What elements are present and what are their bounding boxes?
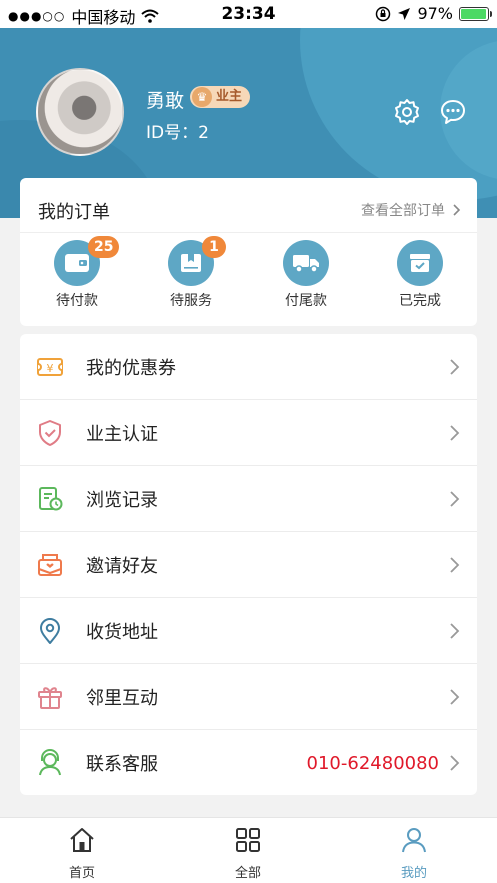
order-status-label: 待服务 <box>170 293 212 309</box>
menu-item-label: 我的优惠券 <box>86 357 176 379</box>
profile-icon <box>402 828 426 853</box>
bottom-tab-bar: 首页 全部 我的 <box>0 817 497 883</box>
battery-icon <box>459 6 492 21</box>
menu-item-label: 收货地址 <box>86 621 158 643</box>
service-phone-number[interactable]: 010-62480080 <box>307 753 439 774</box>
menu-item-label: 联系客服 <box>86 754 158 775</box>
menu-item-owner-verification[interactable]: 业主认证 <box>20 400 477 466</box>
view-all-orders-link[interactable]: 查看全部订单 <box>361 200 461 220</box>
chevron-right-icon <box>450 557 460 573</box>
order-status-label: 已完成 <box>399 293 441 309</box>
menu-item-label: 浏览记录 <box>86 489 158 511</box>
menu-item-label: 邀请好友 <box>86 555 158 577</box>
chevron-right-icon <box>453 204 461 216</box>
tab-label: 首页 <box>68 866 95 881</box>
order-status-pending-service[interactable]: 1 待服务 <box>141 236 241 310</box>
user-id-label: ID号： <box>146 123 199 143</box>
coupon-icon: ¥ <box>37 358 63 376</box>
tab-label: 全部 <box>234 866 261 881</box>
chevron-right-icon <box>450 623 460 639</box>
truck-icon <box>293 255 319 273</box>
chevron-right-icon <box>450 359 460 375</box>
menu-item-browsing-history[interactable]: 浏览记录 <box>20 466 477 532</box>
tab-home[interactable]: 首页 <box>42 826 122 881</box>
order-status-pending-payment[interactable]: 25 待付款 <box>27 236 127 310</box>
menu-item-label: 邻里互动 <box>86 687 158 709</box>
chevron-right-icon <box>450 689 460 705</box>
history-document-icon <box>39 487 63 511</box>
customer-service-icon <box>39 749 61 776</box>
orders-title: 我的订单 <box>38 202 110 223</box>
tab-label: 我的 <box>400 866 427 881</box>
settings-gear-icon[interactable] <box>393 98 421 126</box>
order-status-label: 待付款 <box>56 293 98 309</box>
profile-page: ●●●○○ 中国移动 23:34 97% 勇敢 ♛ 业主 ID号：2 我的订单 … <box>0 0 497 883</box>
avatar[interactable] <box>36 68 124 156</box>
pending-payment-count: 25 <box>88 236 120 258</box>
pending-service-count: 1 <box>202 236 226 258</box>
shield-check-icon <box>39 420 61 446</box>
battery-percent: 97% <box>417 4 453 23</box>
menu-item-customer-service[interactable]: 联系客服 010-62480080 <box>20 730 477 796</box>
user-name: 勇敢 <box>146 90 185 112</box>
svg-text:¥: ¥ <box>47 362 54 375</box>
menu-item-invite-friends[interactable]: 邀请好友 <box>20 532 477 598</box>
tab-all[interactable]: 全部 <box>208 826 288 881</box>
crown-icon: ♛ <box>192 87 212 107</box>
location-pin-icon <box>40 618 60 644</box>
menu-list: ¥ 我的优惠券 业主认证 浏览记录 邀请好友 收货地址 邻里互动 联系客服 01… <box>20 334 477 795</box>
location-arrow-icon <box>398 7 411 20</box>
user-id: ID号：2 <box>146 118 209 143</box>
invite-envelope-icon <box>38 554 62 576</box>
view-all-orders-label: 查看全部订单 <box>361 203 445 219</box>
menu-item-neighborhood[interactable]: 邻里互动 <box>20 664 477 730</box>
chevron-right-icon <box>450 425 460 441</box>
wallet-icon <box>65 254 89 272</box>
menu-item-label: 业主认证 <box>86 423 158 445</box>
grid-icon <box>236 828 260 852</box>
gift-icon <box>38 687 62 709</box>
menu-item-shipping-address[interactable]: 收货地址 <box>20 598 477 664</box>
chevron-right-icon <box>450 755 460 771</box>
divider <box>20 232 477 233</box>
booklet-icon <box>181 254 201 272</box>
message-icon[interactable] <box>439 98 467 126</box>
status-bar: ●●●○○ 中国移动 23:34 97% <box>0 0 497 28</box>
home-icon <box>70 828 94 852</box>
completed-box-icon <box>410 254 430 272</box>
orders-card: 我的订单 查看全部订单 25 待付款 1 待服务 付尾款 已完成 <box>20 178 477 326</box>
chevron-right-icon <box>450 491 460 507</box>
order-status-label: 付尾款 <box>285 293 327 309</box>
rotation-lock-icon <box>376 6 391 21</box>
owner-badge: ♛ 业主 <box>190 86 251 108</box>
order-status-completed[interactable]: 已完成 <box>370 240 470 310</box>
order-status-final-payment[interactable]: 付尾款 <box>256 240 356 310</box>
user-id-value: 2 <box>198 123 209 143</box>
menu-item-coupons[interactable]: ¥ 我的优惠券 <box>20 334 477 400</box>
owner-badge-label: 业主 <box>216 89 243 104</box>
tab-mine[interactable]: 我的 <box>374 826 454 881</box>
